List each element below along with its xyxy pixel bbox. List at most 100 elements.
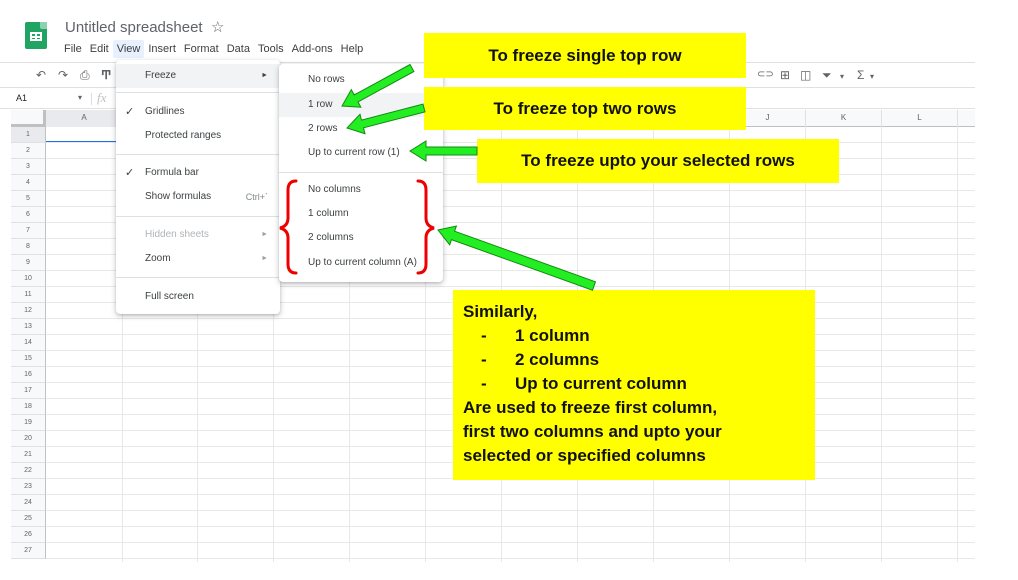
- freeze-option-1-row[interactable]: 1 row: [279, 93, 443, 117]
- row-header-9[interactable]: 9: [11, 255, 46, 271]
- freeze-option-up-to-current-row-1[interactable]: Up to current row (1): [279, 141, 443, 165]
- keyboard-shortcut: Ctrl+`: [245, 192, 268, 202]
- freeze-option-1-column[interactable]: 1 column: [279, 202, 443, 226]
- undo-icon[interactable]: ↶: [36, 67, 46, 83]
- menu-item-label: Hidden sheets: [145, 229, 209, 240]
- menu-addons[interactable]: Add-ons: [288, 40, 337, 58]
- star-icon[interactable]: ☆: [211, 18, 224, 36]
- row-header-16[interactable]: 16: [11, 367, 46, 383]
- menu-item-label: Freeze: [145, 70, 177, 81]
- callout-bullet: -2 columns: [481, 350, 600, 369]
- grid-row-line: [46, 510, 975, 511]
- row-header-21[interactable]: 21: [11, 447, 46, 463]
- freeze-option-no-rows[interactable]: No rows: [279, 68, 443, 92]
- row-header-4[interactable]: 4: [11, 175, 46, 191]
- chart-icon[interactable]: ◫: [800, 67, 811, 83]
- column-header-l[interactable]: L: [882, 110, 958, 127]
- freeze-option-up-to-current-column-a[interactable]: Up to current column (A): [279, 251, 443, 275]
- callout-freeze-single-row: To freeze single top row: [424, 33, 746, 78]
- row-header-10[interactable]: 10: [11, 271, 46, 287]
- column-header-a[interactable]: A: [46, 110, 123, 127]
- name-box-caret-icon[interactable]: ▾: [78, 93, 82, 102]
- sheets-logo-icon[interactable]: [25, 22, 47, 49]
- row-header-27[interactable]: 27: [11, 543, 46, 559]
- row-header-2[interactable]: 2: [11, 143, 46, 159]
- view-menu-item-freeze[interactable]: Freeze ►: [116, 64, 280, 88]
- google-sheets-window: Untitled spreadsheet ☆ File Edit View In…: [0, 0, 1018, 580]
- paint-format-icon[interactable]: Ͳ: [101, 67, 111, 83]
- comment-icon[interactable]: ⊞: [780, 67, 790, 83]
- callout-freeze-two-rows: To freeze top two rows: [424, 87, 746, 130]
- row-header-13[interactable]: 13: [11, 319, 46, 335]
- menu-file[interactable]: File: [60, 40, 86, 58]
- view-menu-item-gridlines[interactable]: ✓ Gridlines: [116, 100, 280, 124]
- redo-icon[interactable]: ↷: [58, 67, 68, 83]
- functions-caret-icon[interactable]: ▾: [870, 69, 874, 85]
- menu-format[interactable]: Format: [180, 40, 223, 58]
- view-menu-item-zoom[interactable]: Zoom ►: [116, 247, 280, 271]
- row-header-17[interactable]: 17: [11, 383, 46, 399]
- freeze-option-2-columns[interactable]: 2 columns: [279, 226, 443, 250]
- view-menu-item-formula-bar[interactable]: ✓ Formula bar: [116, 161, 280, 185]
- formula-bar-divider: [91, 93, 92, 105]
- submenu-arrow-icon: ►: [261, 231, 268, 238]
- row-header-7[interactable]: 7: [11, 223, 46, 239]
- row-header-11[interactable]: 11: [11, 287, 46, 303]
- callout-intro: Similarly,: [463, 302, 538, 321]
- menu-edit[interactable]: Edit: [86, 40, 113, 58]
- menu-view[interactable]: View: [112, 40, 145, 58]
- select-all-corner[interactable]: [11, 110, 46, 127]
- menu-item-label: Full screen: [145, 291, 194, 302]
- functions-icon[interactable]: Σ: [857, 67, 864, 83]
- row-header-20[interactable]: 20: [11, 431, 46, 447]
- column-header-k[interactable]: K: [806, 110, 882, 127]
- view-menu-item-show-formulas[interactable]: Show formulas Ctrl+`: [116, 185, 280, 209]
- link-icon[interactable]: ⊂⊃: [757, 67, 774, 83]
- row-header-14[interactable]: 14: [11, 335, 46, 351]
- row-header-24[interactable]: 24: [11, 495, 46, 511]
- row-header-8[interactable]: 8: [11, 239, 46, 255]
- fx-icon: fx: [97, 90, 107, 105]
- row-header-25[interactable]: 25: [11, 511, 46, 527]
- grid-column-line: [957, 127, 958, 562]
- row-header-15[interactable]: 15: [11, 351, 46, 367]
- row-header-3[interactable]: 3: [11, 159, 46, 175]
- menu-separator: [279, 172, 443, 173]
- menu-separator: [116, 92, 280, 93]
- menu-item-label: Protected ranges: [145, 130, 222, 141]
- row-header-22[interactable]: 22: [11, 463, 46, 479]
- row-header-1[interactable]: 1: [11, 127, 46, 143]
- menu-item-label: Formula bar: [145, 167, 199, 178]
- menu-data[interactable]: Data: [223, 40, 254, 58]
- view-menu-item-protected-ranges[interactable]: Protected ranges: [116, 124, 280, 148]
- callout-line: Are used to freeze first column,: [463, 398, 718, 417]
- menu-item-label: Gridlines: [145, 106, 185, 117]
- menu-insert[interactable]: Insert: [144, 40, 180, 58]
- print-icon[interactable]: ⎙: [80, 67, 90, 83]
- row-header-19[interactable]: 19: [11, 415, 46, 431]
- menu-separator: [116, 154, 280, 155]
- menu-item-label: Show formulas: [145, 191, 212, 202]
- row-header-6[interactable]: 6: [11, 207, 46, 223]
- callout-bullet: -1 column: [481, 326, 590, 345]
- name-box[interactable]: A1: [16, 93, 27, 103]
- document-title[interactable]: Untitled spreadsheet: [65, 19, 203, 36]
- callout-line: selected or specified columns: [463, 446, 706, 465]
- active-cell-a1[interactable]: [46, 127, 123, 143]
- menu-bar: File Edit View Insert Format Data Tools …: [60, 40, 367, 58]
- view-menu-item-full-screen[interactable]: Full screen: [116, 285, 280, 309]
- row-header-26[interactable]: 26: [11, 527, 46, 543]
- freeze-option-no-columns[interactable]: No columns: [279, 178, 443, 202]
- menu-tools[interactable]: Tools: [254, 40, 288, 58]
- filter-icon[interactable]: ⏷: [822, 67, 832, 83]
- menu-item-label: Zoom: [145, 253, 171, 264]
- row-header-18[interactable]: 18: [11, 399, 46, 415]
- freeze-submenu: No rows 1 row 2 rows Up to current row (1) N…: [279, 64, 443, 282]
- row-header-23[interactable]: 23: [11, 479, 46, 495]
- checkmark-icon: ✓: [125, 167, 135, 179]
- menu-help[interactable]: Help: [337, 40, 368, 58]
- freeze-option-2-rows[interactable]: 2 rows: [279, 117, 443, 141]
- row-header-12[interactable]: 12: [11, 303, 46, 319]
- row-header-5[interactable]: 5: [11, 191, 46, 207]
- filter-caret-icon[interactable]: ▾: [840, 69, 844, 85]
